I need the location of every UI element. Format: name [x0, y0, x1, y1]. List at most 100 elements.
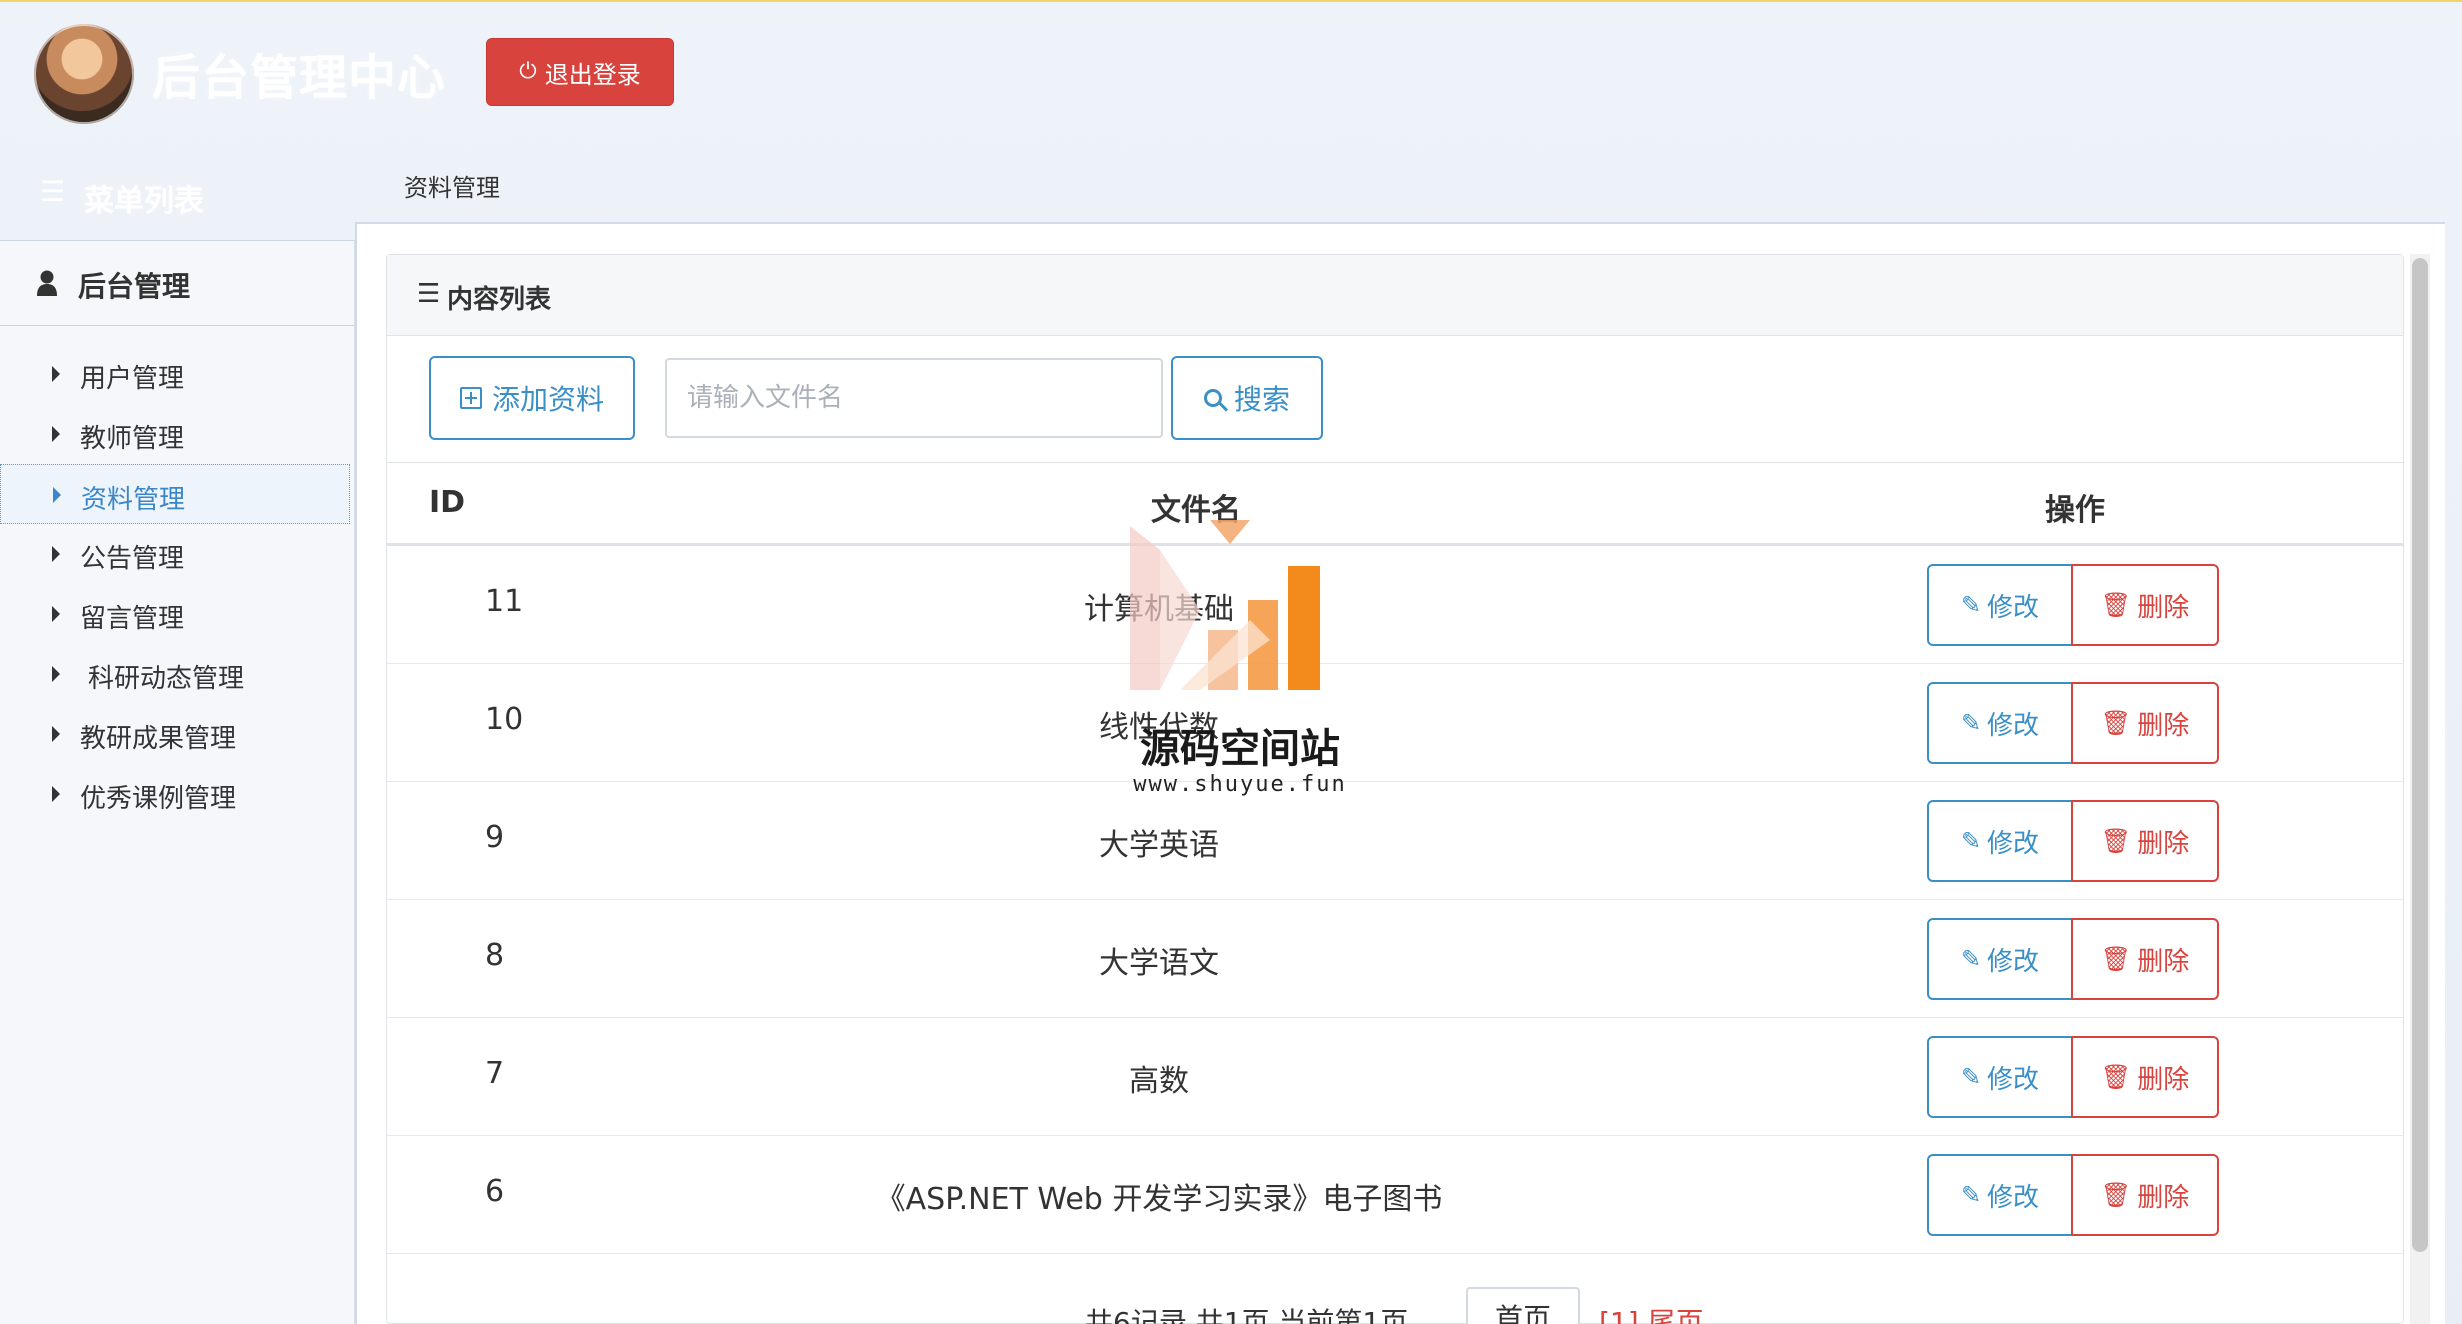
row-filename: 计算机基础 — [1084, 592, 1234, 627]
delete-button[interactable]: 🗑 删除 — [2071, 800, 2219, 882]
delete-button[interactable]: 🗑 删除 — [2071, 682, 2219, 764]
edit-button[interactable]: ✎ 修改 — [1927, 918, 2073, 1000]
list-icon: ☰ — [40, 175, 66, 208]
sidebar-item-teachers[interactable]: 教师管理 — [0, 404, 350, 464]
content-panel: ☰ 内容列表 添加资料 搜索 ID 文件名 操作 11 计算机基础 ✎修改 🗑删… — [386, 254, 2404, 1324]
row-filename: 高数 — [1129, 1064, 1189, 1099]
table-row: 9 大学英语 ✎ 修改 🗑 删除 — [387, 782, 2403, 900]
logout-label: 退出登录 — [544, 60, 641, 89]
table-row: 11 计算机基础 ✎ 修改 🗑 删除 — [387, 546, 2403, 664]
delete-button[interactable]: 🗑 删除 — [2071, 564, 2219, 646]
search-input[interactable] — [665, 358, 1163, 438]
edit-button[interactable]: ✎ 修改 — [1927, 1036, 2073, 1118]
row-actions: ✎ 修改 🗑 删除 — [1927, 918, 2219, 1000]
column-header-actions: 操作 — [2045, 493, 2105, 528]
row-filename: 《ASP.NET Web 开发学习实录》电子图书 — [875, 1182, 1443, 1217]
edit-label: 修改 — [1987, 1182, 2040, 1213]
edit-button[interactable]: ✎ 修改 — [1927, 564, 2073, 646]
row-actions: ✎ 修改 🗑 删除 — [1927, 682, 2219, 764]
user-icon — [37, 270, 57, 296]
edit-button[interactable]: ✎ 修改 — [1927, 800, 2073, 882]
caret-right-icon — [52, 726, 60, 742]
row-filename: 大学语文 — [1099, 946, 1219, 981]
sidebar-item-label: 科研动态管理 — [88, 664, 245, 694]
column-header-id: ID — [429, 485, 466, 520]
delete-button[interactable]: 🗑 删除 — [2071, 918, 2219, 1000]
caret-right-icon — [52, 426, 60, 442]
row-actions: ✎ 修改 🗑 删除 — [1927, 1036, 2219, 1118]
top-header: 后台管理中心 ⏻ 退出登录 — [0, 0, 2462, 152]
pager-current-last[interactable]: [1] 尾页 — [1599, 1301, 1704, 1324]
sidebar-item-research-news[interactable]: 科研动态管理 — [0, 644, 350, 704]
row-filename: 线性代数 — [1099, 710, 1219, 745]
edit-icon: ✎ — [1960, 709, 1982, 737]
panel-heading: ☰ 内容列表 — [387, 255, 2403, 336]
add-material-button[interactable]: 添加资料 — [429, 356, 635, 440]
section-label: 后台管理 — [78, 270, 191, 303]
search-button[interactable]: 搜索 — [1171, 356, 1323, 440]
caret-right-icon — [52, 666, 60, 682]
row-actions: ✎ 修改 🗑 删除 — [1927, 1154, 2219, 1236]
row-filename: 大学英语 — [1099, 828, 1219, 863]
trash-icon: 🗑 — [2100, 827, 2132, 855]
scrollbar-thumb[interactable] — [2412, 258, 2428, 1252]
delete-label: 删除 — [2137, 592, 2190, 623]
caret-right-icon — [52, 786, 60, 802]
search-label: 搜索 — [1233, 383, 1290, 416]
edit-icon: ✎ — [1960, 827, 1982, 855]
sidebar-item-label: 用户管理 — [80, 364, 185, 394]
sidebar-item-research-results[interactable]: 教研成果管理 — [0, 704, 350, 764]
delete-label: 删除 — [2137, 828, 2190, 859]
sidebar-section-admin[interactable]: 后台管理 — [0, 241, 354, 326]
trash-icon: 🗑 — [2100, 945, 2132, 973]
menu-title: 菜单列表 — [84, 184, 204, 219]
avatar — [34, 24, 134, 124]
edit-icon: ✎ — [1960, 591, 1982, 619]
search-icon — [1203, 389, 1222, 407]
sidebar-item-messages[interactable]: 留言管理 — [0, 584, 350, 644]
sidebar-item-label: 教研成果管理 — [80, 724, 237, 754]
delete-label: 删除 — [2137, 1064, 2190, 1095]
table-row: 8 大学语文 ✎ 修改 🗑 删除 — [387, 900, 2403, 1018]
caret-right-icon — [53, 487, 61, 503]
first-page-button[interactable]: 首页 — [1466, 1287, 1580, 1324]
sidebar-item-announcements[interactable]: 公告管理 — [0, 524, 350, 584]
sidebar-menu: 用户管理 教师管理 资料管理 公告管理 留言管理 科研动态管理 教研成果管理 优… — [0, 326, 354, 824]
edit-label: 修改 — [1987, 710, 2040, 741]
sidebar-item-label: 优秀课例管理 — [80, 784, 237, 814]
edit-label: 修改 — [1987, 592, 2040, 623]
edit-icon: ✎ — [1960, 1063, 1982, 1091]
panel-title: 内容列表 — [447, 285, 552, 315]
row-actions: ✎ 修改 🗑 删除 — [1927, 800, 2219, 882]
trash-icon: 🗑 — [2100, 1181, 2132, 1209]
table-header: ID 文件名 操作 — [387, 463, 2403, 546]
edit-icon: ✎ — [1960, 945, 1982, 973]
edit-button[interactable]: ✎ 修改 — [1927, 1154, 2073, 1236]
delete-label: 删除 — [2137, 1182, 2190, 1213]
sidebar: 后台管理 用户管理 教师管理 资料管理 公告管理 留言管理 科研动态管理 教研成… — [0, 240, 355, 1324]
caret-right-icon — [52, 546, 60, 562]
sidebar-item-label: 公告管理 — [80, 544, 185, 574]
trash-icon: 🗑 — [2100, 709, 2132, 737]
caret-right-icon — [52, 606, 60, 622]
sidebar-item-excellent-lessons[interactable]: 优秀课例管理 — [0, 764, 350, 824]
sidebar-item-materials[interactable]: 资料管理 — [0, 464, 350, 524]
delete-button[interactable]: 🗑 删除 — [2071, 1154, 2219, 1236]
plus-square-icon — [459, 387, 482, 409]
table-row: 6 《ASP.NET Web 开发学习实录》电子图书 ✎ 修改 🗑 删除 — [387, 1136, 2403, 1254]
edit-label: 修改 — [1987, 946, 2040, 977]
table-row: 10 线性代数 ✎ 修改 🗑 删除 — [387, 664, 2403, 782]
breadcrumb: 资料管理 — [404, 174, 500, 202]
logout-button[interactable]: ⏻ 退出登录 — [486, 38, 674, 106]
menu-title-bar: ☰ 菜单列表 — [0, 160, 355, 240]
sidebar-item-users[interactable]: 用户管理 — [0, 344, 350, 404]
app-title: 后台管理中心 — [152, 50, 447, 106]
edit-label: 修改 — [1987, 828, 2040, 859]
add-label: 添加资料 — [491, 383, 604, 416]
sidebar-item-label: 留言管理 — [80, 604, 185, 634]
toolbar: 添加资料 搜索 — [387, 336, 2403, 463]
edit-button[interactable]: ✎ 修改 — [1927, 682, 2073, 764]
delete-button[interactable]: 🗑 删除 — [2071, 1036, 2219, 1118]
sidebar-item-label: 资料管理 — [81, 485, 186, 515]
caret-right-icon — [52, 366, 60, 382]
